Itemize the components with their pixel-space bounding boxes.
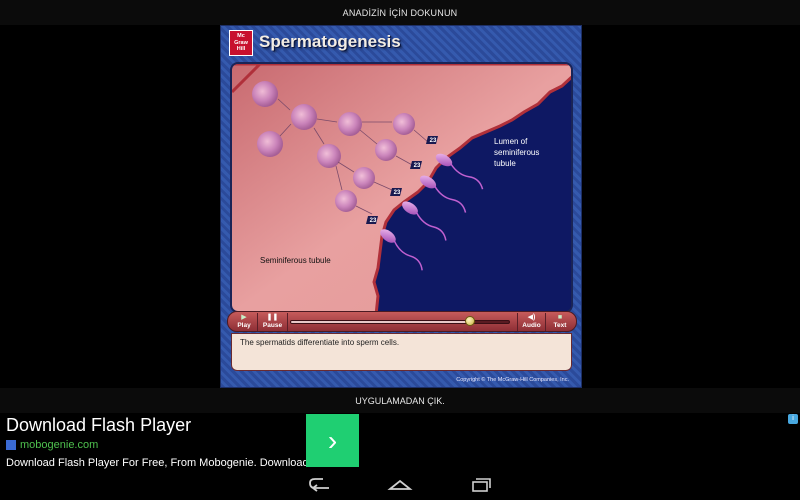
exit-app-text: UYGULAMADAN ÇIK.	[355, 395, 445, 406]
home-icon[interactable]	[387, 476, 413, 494]
back-icon[interactable]	[307, 476, 333, 494]
ad-domain[interactable]: mobogenie.com	[6, 439, 98, 451]
ad-domain-text: mobogenie.com	[20, 439, 99, 451]
mcgraw-hill-logo: Mc Graw Hill	[229, 30, 253, 56]
touch-for-options-bar[interactable]: ANADİZİN İÇİN DOKUNUN	[0, 0, 800, 25]
android-nav-bar	[0, 470, 800, 500]
progress-knob[interactable]	[465, 316, 476, 326]
text-label: Text	[553, 322, 567, 329]
ad-banner[interactable]: Download Flash Player mobogenie.com Down…	[0, 413, 800, 470]
speaker-icon: ◀)	[527, 314, 536, 321]
ad-open-button[interactable]: ›	[306, 414, 359, 467]
progress-track[interactable]	[290, 320, 510, 324]
ad-title[interactable]: Download Flash Player	[6, 415, 191, 436]
chromosome-badge: 23	[430, 138, 437, 144]
ad-choices-icon[interactable]: i	[788, 414, 798, 424]
progress-fill	[291, 321, 470, 323]
caption-text: The spermatids differentiate into sperm …	[240, 338, 400, 347]
play-button[interactable]: ▶ Play	[231, 313, 258, 331]
chromosome-badge: 23	[414, 163, 421, 169]
favicon-icon	[6, 440, 16, 450]
pause-label: Pause	[262, 322, 283, 329]
playback-controls: ▶ Play ❚❚ Pause ◀) Audio ■ Text	[227, 311, 577, 332]
flash-stage: Mc Graw Hill Spermatogenesis 23 23 23 23…	[0, 25, 800, 388]
lumen-label: Lumen of seminiferous tubule	[494, 136, 554, 169]
pause-button[interactable]: ❚❚ Pause	[258, 313, 288, 331]
copyright-text: Copyright © The McGraw-Hill Companies, I…	[456, 377, 569, 383]
play-label: Play	[237, 322, 251, 329]
caption-box: The spermatids differentiate into sperm …	[231, 333, 572, 371]
chromosome-badge: 23	[370, 218, 377, 224]
play-icon: ▶	[241, 314, 247, 321]
pause-icon: ❚❚	[266, 314, 279, 321]
exit-app-bar[interactable]: UYGULAMADAN ÇIK.	[0, 388, 800, 413]
text-button[interactable]: ■ Text	[546, 313, 574, 331]
chromosome-badge: 23	[394, 190, 401, 196]
ad-description: Download Flash Player For Free, From Mob…	[6, 457, 309, 469]
touch-for-options-text: ANADİZİN İÇİN DOKUNUN	[342, 7, 458, 18]
page-title: Spermatogenesis	[259, 32, 401, 51]
lumen-label-line3: tubule	[494, 159, 516, 168]
flash-animation-panel: Mc Graw Hill Spermatogenesis 23 23 23 23…	[220, 25, 582, 388]
spermatogenesis-illustration: 23 23 23 23	[232, 64, 571, 311]
seminiferous-tubule-label: Seminiferous tubule	[260, 256, 331, 265]
chevron-right-icon: ›	[327, 424, 338, 456]
audio-button[interactable]: ◀) Audio	[517, 313, 546, 331]
audio-label: Audio	[522, 322, 541, 329]
lumen-label-line1: Lumen of	[494, 137, 528, 146]
text-icon: ■	[557, 314, 563, 321]
recent-apps-icon[interactable]	[467, 476, 493, 494]
animation-viewport: 23 23 23 23 Seminiferous tubule Lumen of…	[230, 62, 573, 313]
lumen-label-line2: seminiferous	[494, 148, 540, 157]
